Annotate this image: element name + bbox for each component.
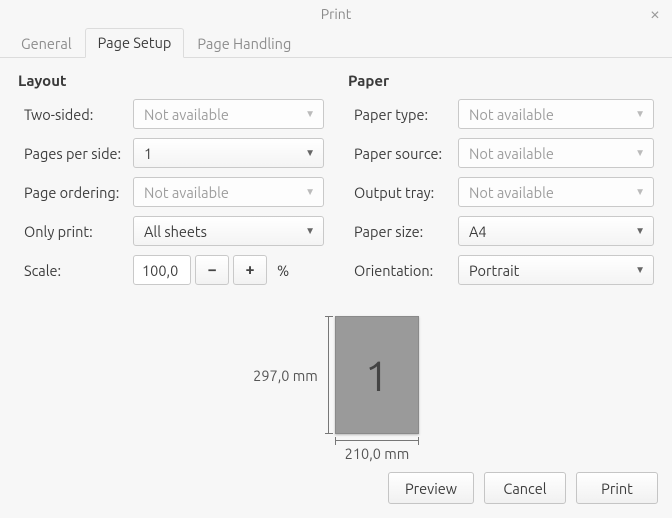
page-ordering-select: Not available ▼ <box>133 177 324 207</box>
paper-title: Paper <box>348 72 654 89</box>
chevron-down-icon: ▼ <box>305 108 315 120</box>
only-print-value: All sheets <box>144 223 207 240</box>
close-icon[interactable]: × <box>650 0 660 28</box>
two-sided-label: Two-sided: <box>18 106 133 123</box>
paper-type-select: Not available ▼ <box>458 99 654 129</box>
page-preview: 297,0 mm 1 210,0 mm <box>18 316 654 462</box>
row-paper-type: Paper type: Not available ▼ <box>348 99 654 129</box>
chevron-down-icon: ▼ <box>305 186 315 198</box>
chevron-down-icon: ▼ <box>635 108 645 120</box>
scale-value: 100,0 <box>142 262 178 279</box>
chevron-down-icon: ▼ <box>305 147 315 159</box>
vertical-ruler-icon <box>328 316 329 434</box>
only-print-select[interactable]: All sheets ▼ <box>133 216 324 246</box>
paper-type-value: Not available <box>469 106 554 123</box>
page-ordering-label: Page ordering: <box>18 184 133 201</box>
cancel-button[interactable]: Cancel <box>484 472 566 504</box>
page-number: 1 <box>365 352 389 399</box>
paper-size-label: Paper size: <box>348 223 458 240</box>
chevron-down-icon: ▼ <box>305 225 315 237</box>
scale-label: Scale: <box>18 262 133 279</box>
scale-unit: % <box>271 262 289 279</box>
window-title: Print <box>321 6 352 22</box>
chevron-down-icon: ▼ <box>635 147 645 159</box>
output-tray-value: Not available <box>469 184 554 201</box>
chevron-down-icon: ▼ <box>635 264 645 276</box>
row-pages-per-side: Pages per side: 1 ▼ <box>18 138 324 168</box>
paper-source-label: Paper source: <box>348 145 458 162</box>
page-preview-row: 297,0 mm 1 <box>253 316 419 434</box>
chevron-down-icon: ▼ <box>635 225 645 237</box>
paper-size-select[interactable]: A4 ▼ <box>458 216 654 246</box>
scale-increment-button[interactable]: + <box>233 255 267 285</box>
layout-section: Layout Two-sided: Not available ▼ Pages … <box>18 72 324 294</box>
page-ordering-value: Not available <box>144 184 229 201</box>
dialog-body: Layout Two-sided: Not available ▼ Pages … <box>0 58 672 472</box>
print-button[interactable]: Print <box>576 472 658 504</box>
layout-title: Layout <box>18 72 324 89</box>
paper-source-select: Not available ▼ <box>458 138 654 168</box>
page-width-label: 210,0 mm <box>345 445 410 462</box>
scale-group: 100,0 − + % <box>133 255 289 285</box>
only-print-label: Only print: <box>18 223 133 240</box>
print-dialog: Print × General Page Setup Page Handling… <box>0 0 672 504</box>
two-sided-select: Not available ▼ <box>133 99 324 129</box>
preview-button[interactable]: Preview <box>388 472 474 504</box>
pages-per-side-label: Pages per side: <box>18 145 133 162</box>
pages-per-side-value: 1 <box>144 145 152 162</box>
row-paper-source: Paper source: Not available ▼ <box>348 138 654 168</box>
row-two-sided: Two-sided: Not available ▼ <box>18 99 324 129</box>
width-ruler-wrap: 210,0 mm <box>335 440 419 462</box>
paper-size-value: A4 <box>469 223 487 240</box>
horizontal-ruler-icon <box>335 440 419 441</box>
row-orientation: Orientation: Portrait ▼ <box>348 255 654 285</box>
titlebar: Print × <box>0 0 672 28</box>
page-preview-inner: 297,0 mm 1 210,0 mm <box>253 316 419 462</box>
orientation-select[interactable]: Portrait ▼ <box>458 255 654 285</box>
footer-buttons: Preview Cancel Print <box>0 472 672 518</box>
row-only-print: Only print: All sheets ▼ <box>18 216 324 246</box>
tabstrip: General Page Setup Page Handling <box>0 28 672 58</box>
page-height-label: 297,0 mm <box>253 367 318 384</box>
tab-page-setup[interactable]: Page Setup <box>85 28 185 58</box>
row-scale: Scale: 100,0 − + % <box>18 255 324 285</box>
scale-input[interactable]: 100,0 <box>133 255 191 285</box>
row-page-ordering: Page ordering: Not available ▼ <box>18 177 324 207</box>
output-tray-label: Output tray: <box>348 184 458 201</box>
paper-source-value: Not available <box>469 145 554 162</box>
columns: Layout Two-sided: Not available ▼ Pages … <box>18 72 654 294</box>
two-sided-value: Not available <box>144 106 229 123</box>
scale-decrement-button[interactable]: − <box>195 255 229 285</box>
orientation-label: Orientation: <box>348 262 458 279</box>
paper-section: Paper Paper type: Not available ▼ Paper … <box>348 72 654 294</box>
output-tray-select: Not available ▼ <box>458 177 654 207</box>
orientation-value: Portrait <box>469 262 519 279</box>
page-thumbnail: 1 <box>335 316 419 434</box>
row-output-tray: Output tray: Not available ▼ <box>348 177 654 207</box>
paper-type-label: Paper type: <box>348 106 458 123</box>
pages-per-side-select[interactable]: 1 ▼ <box>133 138 324 168</box>
chevron-down-icon: ▼ <box>635 186 645 198</box>
tab-page-handling[interactable]: Page Handling <box>184 29 304 58</box>
tab-general[interactable]: General <box>8 29 85 58</box>
row-paper-size: Paper size: A4 ▼ <box>348 216 654 246</box>
